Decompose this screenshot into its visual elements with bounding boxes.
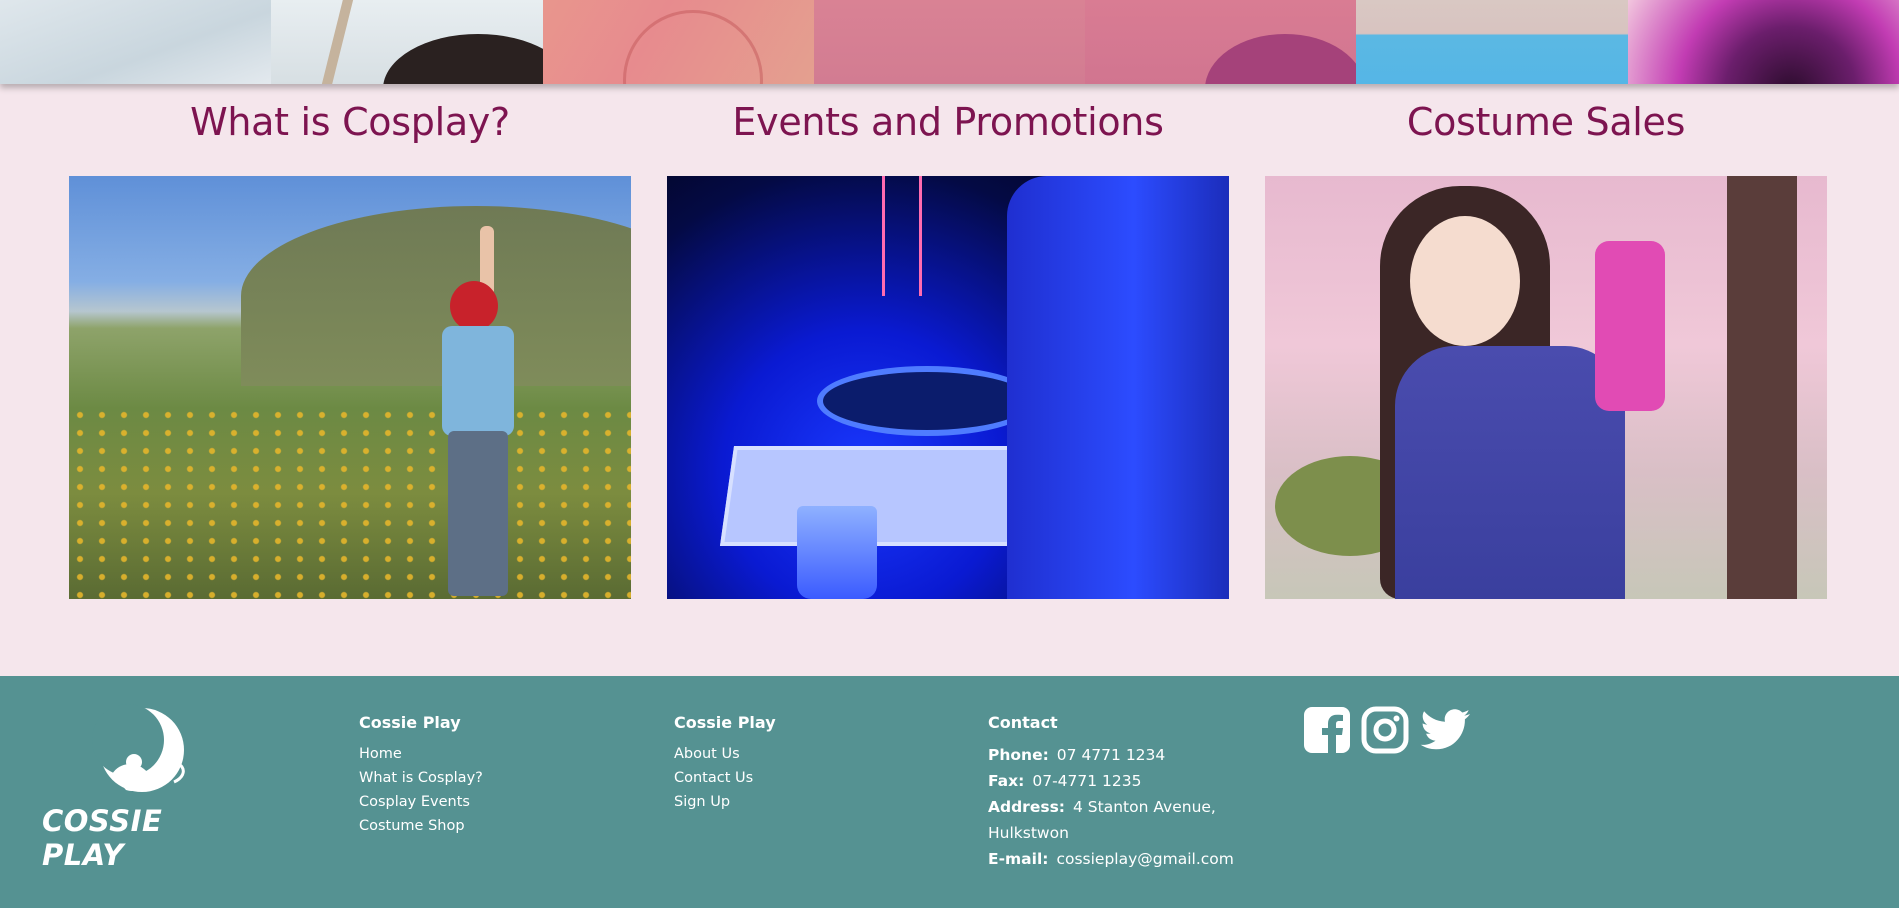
banner-tile-2 — [271, 0, 543, 84]
footer-link-cosplay-events[interactable]: Cosplay Events — [359, 790, 483, 814]
footer-column-contact: Contact Phone: 07 4771 1234 Fax: 07-4771 1… — [988, 713, 1234, 872]
footer-link-about-us[interactable]: About Us — [674, 742, 776, 766]
section-title-costume-sales[interactable]: Costume Sales — [1265, 100, 1827, 144]
footer-column-heading: Cossie Play — [359, 713, 461, 732]
footer: COSSIE PLAY Cossie Play Home What is Cos… — [0, 676, 1899, 908]
logo-text: COSSIE PLAY — [42, 804, 163, 872]
footer-link-what-is-cosplay[interactable]: What is Cosplay? — [359, 766, 483, 790]
contact-fax-label: Fax: — [988, 772, 1025, 790]
twitter-icon[interactable] — [1419, 706, 1473, 754]
contact-email-label: E-mail: — [988, 850, 1049, 868]
instagram-icon[interactable] — [1361, 706, 1409, 754]
header-banner — [0, 0, 1899, 84]
facebook-icon[interactable] — [1303, 706, 1351, 754]
crescent-moon-icon — [92, 704, 185, 792]
contact-fax-value: 07-4771 1235 — [1032, 772, 1142, 790]
photo-what-is-cosplay[interactable] — [69, 176, 631, 599]
banner-tile-6 — [1356, 0, 1628, 84]
footer-column-main: Cossie Play Home What is Cosplay? Cospla… — [359, 713, 483, 838]
banner-tile-5 — [1085, 0, 1357, 84]
contact-phone-label: Phone: — [988, 746, 1049, 764]
contact-address-line2: Hulkstwon — [988, 824, 1069, 842]
social-links — [1303, 706, 1473, 754]
footer-link-sign-up[interactable]: Sign Up — [674, 790, 776, 814]
contact-fax: Fax: 07-4771 1235 — [988, 768, 1234, 794]
section-title-what-is-cosplay[interactable]: What is Cosplay? — [69, 100, 631, 144]
footer-link-costume-shop[interactable]: Costume Shop — [359, 814, 483, 838]
contact-address: Address: 4 Stanton Avenue, — [988, 794, 1234, 820]
banner-tile-4 — [813, 0, 1086, 84]
logo[interactable]: COSSIE PLAY — [42, 704, 226, 872]
banner-tile-1 — [0, 0, 272, 84]
section-title-events-and-promotions[interactable]: Events and Promotions — [667, 100, 1229, 144]
contact-phone-value: 07 4771 1234 — [1056, 746, 1166, 764]
contact-email-value[interactable]: cossieplay@gmail.com — [1056, 850, 1233, 868]
contact-heading: Contact — [988, 713, 1058, 732]
photo-costume-sales[interactable] — [1265, 176, 1827, 599]
contact-phone: Phone: 07 4771 1234 — [988, 742, 1234, 768]
footer-link-home[interactable]: Home — [359, 742, 483, 766]
contact-email: E-mail: cossieplay@gmail.com — [988, 846, 1234, 872]
banner-tile-7 — [1627, 0, 1899, 84]
footer-column-company: Cossie Play About Us Contact Us Sign Up — [674, 713, 776, 814]
photo-events-and-promotions[interactable] — [667, 176, 1229, 599]
footer-link-contact-us[interactable]: Contact Us — [674, 766, 776, 790]
footer-column-heading: Cossie Play — [674, 713, 776, 732]
contact-address-line1: 4 Stanton Avenue, — [1073, 798, 1216, 816]
banner-tile-3 — [542, 0, 814, 84]
contact-address-label: Address: — [988, 798, 1065, 816]
